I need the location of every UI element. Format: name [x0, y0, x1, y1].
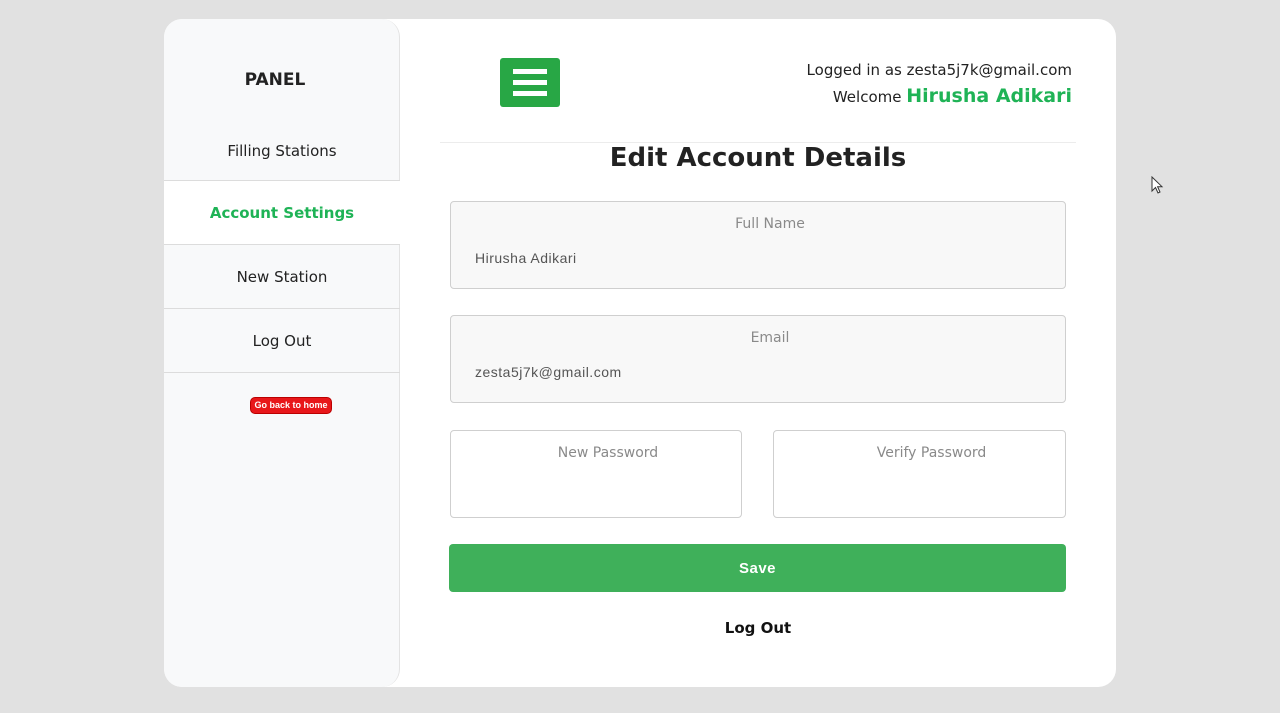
- user-name: Hirusha Adikari: [906, 85, 1072, 107]
- sidebar-item-log-out[interactable]: Log Out: [164, 309, 400, 373]
- go-back-home-button[interactable]: Go back to home: [250, 397, 332, 414]
- full-name-field: Full Name: [450, 201, 1066, 289]
- email-input[interactable]: [475, 362, 1035, 382]
- welcome-text: Welcome: [832, 88, 902, 106]
- full-name-input[interactable]: [475, 248, 1035, 268]
- sidebar-item-filling-stations[interactable]: Filling Stations: [164, 117, 400, 181]
- log-out-link[interactable]: Log Out: [440, 619, 1076, 637]
- new-password-input[interactable]: [475, 477, 725, 497]
- sidebar-nav: Filling Stations Account Settings New St…: [164, 117, 400, 373]
- sidebar: PANEL Filling Stations Account Settings …: [164, 19, 400, 687]
- user-info: Logged in as zesta5j7k@gmail.com Welcome…: [807, 61, 1072, 107]
- full-name-label: Full Name: [735, 216, 805, 232]
- main-card: PANEL Filling Stations Account Settings …: [164, 19, 1116, 687]
- hamburger-icon: [513, 80, 547, 85]
- verify-password-label: Verify Password: [876, 445, 987, 461]
- verify-password-input[interactable]: [798, 477, 1048, 497]
- sidebar-item-account-settings[interactable]: Account Settings: [164, 181, 400, 245]
- menu-toggle-button[interactable]: [500, 58, 560, 107]
- logged-in-text: Logged in as zesta5j7k@gmail.com: [806, 61, 1072, 79]
- hamburger-icon: [513, 91, 547, 96]
- sidebar-item-new-station[interactable]: New Station: [164, 245, 400, 309]
- email-field: Email: [450, 315, 1066, 403]
- email-label: Email: [750, 330, 790, 346]
- hamburger-icon: [513, 69, 547, 74]
- mouse-cursor-icon: [1151, 176, 1164, 194]
- welcome-line: Welcome Hirusha Adikari: [807, 85, 1072, 107]
- verify-password-field: Verify Password: [773, 430, 1066, 518]
- new-password-field: New Password: [450, 430, 742, 518]
- new-password-label: New Password: [557, 445, 659, 461]
- page-title: Edit Account Details: [609, 143, 907, 173]
- panel-title: PANEL: [244, 70, 306, 90]
- save-button[interactable]: Save: [449, 544, 1066, 592]
